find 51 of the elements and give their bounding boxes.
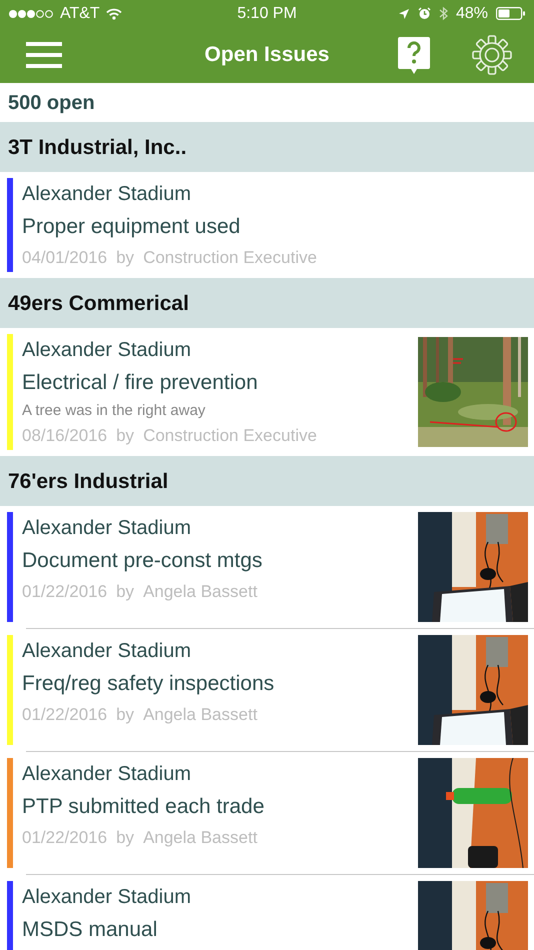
group-header: 3T Industrial, Inc.. [0, 122, 534, 172]
author-name: Construction Executive [143, 425, 317, 447]
by-label: by [116, 247, 134, 269]
group-header: 49ers Commerical [0, 278, 534, 328]
issue-title: Electrical / fire prevention [22, 370, 259, 396]
issue-description: A tree was in the right away [22, 401, 206, 421]
site-name: Alexander Stadium [22, 639, 192, 664]
site-name: Alexander Stadium [22, 516, 192, 541]
menu-icon[interactable] [26, 42, 62, 68]
site-name: Alexander Stadium [22, 885, 192, 910]
issue-title: PTP submitted each trade [22, 794, 266, 820]
help-icon[interactable] [398, 36, 430, 74]
author-name: Angela Bassett [143, 581, 258, 603]
screen-title: Open Issues [204, 43, 330, 67]
wifi-icon [106, 8, 122, 20]
by-label: by [116, 704, 134, 726]
settings-icon[interactable] [472, 35, 512, 75]
by-label: by [116, 425, 134, 447]
signal-icon [8, 8, 54, 18]
bluetooth-icon [438, 6, 448, 21]
site-name: Alexander Stadium [22, 338, 192, 363]
site-name: Alexander Stadium [22, 182, 192, 207]
issue-row[interactable]: Alexander Stadium Electrical / fire prevention A tree was in the right away 08/16/2016 by Construction Executive [0, 328, 534, 456]
issue-date: 01/22/2016 [22, 581, 108, 603]
issue-row[interactable]: Alexander Stadium PTP submitted each trade 01/22/2016 by Angela Bassett [0, 752, 534, 874]
author-name: Angela Bassett [143, 704, 258, 726]
battery-icon [496, 7, 526, 20]
carrier-name: AT&T [60, 4, 100, 22]
group-header: 76'ers Industrial [0, 456, 534, 506]
by-label: by [116, 827, 134, 849]
issue-row[interactable]: Alexander Stadium MSDS manual [0, 875, 534, 950]
issue-title: Document pre-const mtgs [22, 548, 264, 574]
alarm-icon [418, 7, 431, 20]
issue-title: Proper equipment used [22, 214, 242, 240]
author-name: Construction Executive [143, 247, 317, 269]
issue-title: Freq/reg safety inspections [22, 671, 276, 697]
author-name: Angela Bassett [143, 827, 258, 849]
location-icon [398, 8, 410, 20]
issue-date: 01/22/2016 [22, 704, 108, 726]
battery-percent: 48% [456, 4, 488, 22]
issue-count: 500 open [7, 91, 96, 116]
issue-row[interactable]: Alexander Stadium Document pre-const mtgs 01/22/2016 by Angela Bassett [0, 506, 534, 628]
issue-title: MSDS manual [22, 917, 158, 943]
clock-time: 5:10 PM [237, 4, 297, 22]
issue-date: 04/01/2016 [22, 247, 108, 269]
site-name: Alexander Stadium [22, 762, 192, 787]
issue-date: 01/22/2016 [22, 827, 108, 849]
issue-row[interactable]: Alexander Stadium Proper equipment used 04/01/2016 by Construction Executive [0, 172, 534, 278]
issue-row[interactable]: Alexander Stadium Freq/reg safety inspections 01/22/2016 by Angela Bassett [0, 629, 534, 751]
by-label: by [116, 581, 134, 603]
issue-date: 08/16/2016 [22, 425, 108, 447]
